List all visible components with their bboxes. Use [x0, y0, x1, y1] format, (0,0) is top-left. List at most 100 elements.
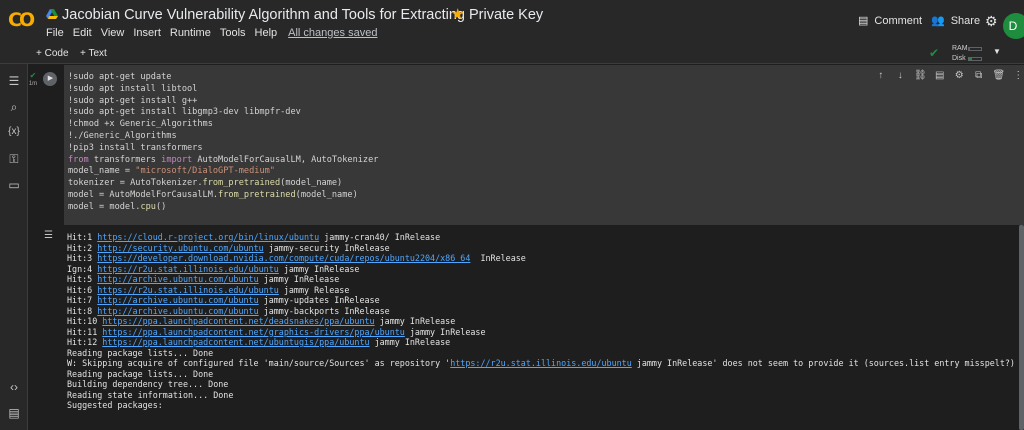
- code-line: model = model.cpu(): [68, 201, 167, 212]
- output-link[interactable]: https://r2u.stat.illinois.edu/ubuntu: [450, 358, 632, 368]
- output-text: jammy InRelease: [258, 274, 340, 284]
- output-text: jammy InRelease: [369, 337, 451, 347]
- notebook-title[interactable]: Jacobian Curve Vulnerability Algorithm a…: [62, 7, 543, 23]
- folder-icon[interactable]: ▭: [0, 178, 28, 192]
- colab-logo[interactable]: CO: [8, 9, 35, 31]
- output-line: Ign:4 https://r2u.stat.illinois.edu/ubun…: [67, 264, 1018, 275]
- code-line: !sudo apt-get install libgmp3-dev libmpf…: [68, 107, 301, 118]
- chevron-down-icon[interactable]: ▼: [993, 47, 1001, 56]
- cell-toolbar: ↑ ↓ ⛓ ▤ ⚙ ⧉ 🗑 ⋮: [869, 65, 1024, 85]
- left-sidebar: ☰ ⌕ {x} ⚿ ▭ ‹› ▤: [0, 64, 28, 430]
- terminal-icon[interactable]: ▤: [0, 406, 28, 420]
- save-status[interactable]: All changes saved: [288, 27, 377, 39]
- output-link[interactable]: https://r2u.stat.illinois.edu/ubuntu: [97, 285, 279, 295]
- output-text: W: Skipping acquire of configured file '…: [67, 358, 451, 368]
- output-text: jammy-backports InRelease: [258, 305, 390, 316]
- link-icon[interactable]: ⛓: [914, 70, 927, 81]
- output-text: Hit:3: [67, 253, 98, 263]
- output-line: Hit:1 https://cloud.r-project.org/bin/li…: [67, 232, 1018, 243]
- run-cell-button[interactable]: ▶: [43, 72, 57, 86]
- output-line: Building dependency tree... Done: [67, 379, 1018, 390]
- more-vert-icon[interactable]: ⋮: [1013, 70, 1024, 81]
- output-text: Hit:12: [67, 337, 103, 347]
- ram-meter[interactable]: [968, 47, 982, 51]
- variables-icon[interactable]: {x}: [0, 126, 28, 137]
- code-line: tokenizer = AutoTokenizer.from_pretraine…: [68, 178, 343, 189]
- check-icon[interactable]: ✔: [929, 46, 939, 60]
- menu-item-edit[interactable]: Edit: [73, 27, 92, 39]
- cell-output: Hit:1 https://cloud.r-project.org/bin/li…: [64, 227, 1018, 430]
- output-scrollbar[interactable]: [1019, 225, 1024, 430]
- people-icon: 👥: [931, 15, 945, 27]
- output-text: Hit:11: [67, 326, 103, 337]
- comment-button[interactable]: ▤ Comment: [858, 14, 923, 28]
- add-code-button[interactable]: + Code: [36, 48, 69, 59]
- menu-item-help[interactable]: Help: [255, 27, 278, 39]
- output-text: jammy Release: [278, 284, 350, 295]
- output-link[interactable]: https://ppa.launchpadcontent.net/ubuntug…: [102, 337, 369, 347]
- star-icon[interactable]: ★: [451, 5, 464, 23]
- output-text: Ign:4: [67, 263, 98, 274]
- output-link[interactable]: https://r2u.stat.illinois.edu/ubuntu: [97, 264, 279, 274]
- key-icon[interactable]: ⚿: [0, 152, 28, 167]
- output-text: Hit:8: [67, 305, 98, 316]
- trash-icon[interactable]: 🗑: [993, 70, 1006, 81]
- output-line: Hit:8 http://archive.ubuntu.com/ubuntu j…: [67, 306, 1018, 317]
- output-line: W: Skipping acquire of configured file '…: [67, 358, 1018, 369]
- avatar[interactable]: D: [1003, 13, 1024, 39]
- check-icon: ✔: [29, 71, 37, 80]
- add-text-button[interactable]: + Text: [80, 48, 107, 59]
- comment-icon: ▤: [858, 15, 869, 27]
- output-menu-icon[interactable]: ☰: [44, 230, 53, 241]
- output-link[interactable]: http://archive.ubuntu.com/ubuntu: [97, 274, 258, 284]
- arrow-down-icon[interactable]: ↓: [895, 70, 907, 81]
- comment-icon[interactable]: ▤: [934, 70, 946, 81]
- gear-icon[interactable]: ⚙: [954, 70, 966, 81]
- search-icon[interactable]: ⌕: [0, 100, 28, 115]
- output-link[interactable]: https://developer.download.nvidia.com/co…: [97, 253, 470, 263]
- header-bar: CO Jacobian Curve Vulnerability Algorith…: [0, 0, 1024, 44]
- output-link[interactable]: https://ppa.launchpadcontent.net/graphic…: [102, 327, 405, 337]
- output-line: Hit:5 http://archive.ubuntu.com/ubuntu j…: [67, 274, 1018, 285]
- output-text: jammy InRelease' does not seem to provid…: [631, 358, 1015, 368]
- output-line: Hit:10 https://ppa.launchpadcontent.net/…: [67, 316, 1018, 327]
- output-line: Hit:11 https://ppa.launchpadcontent.net/…: [67, 327, 1018, 338]
- output-link[interactable]: http://archive.ubuntu.com/ubuntu: [97, 306, 258, 316]
- output-line: Hit:3 https://developer.download.nvidia.…: [67, 253, 1018, 264]
- share-button[interactable]: 👥 Share: [931, 14, 981, 28]
- output-text: jammy InRelease: [404, 326, 486, 337]
- menu-item-insert[interactable]: Insert: [133, 27, 161, 39]
- output-text: InRelease: [470, 253, 526, 263]
- output-link[interactable]: http://security.ubuntu.com/ubuntu: [97, 243, 263, 253]
- code-line: model_name = "microsoft/DialoGPT-medium": [68, 166, 275, 177]
- output-link[interactable]: https://ppa.launchpadcontent.net/deadsna…: [102, 316, 374, 326]
- output-line: Hit:12 https://ppa.launchpadcontent.net/…: [67, 337, 1018, 348]
- output-line: Hit:6 https://r2u.stat.illinois.edu/ubun…: [67, 285, 1018, 296]
- code-cell-editor[interactable]: !sudo apt-get update !sudo apt install li…: [64, 65, 1024, 225]
- drive-icon[interactable]: [46, 9, 58, 20]
- share-label: Share: [950, 14, 981, 27]
- output-link[interactable]: https://cloud.r-project.org/bin/linux/ub…: [97, 232, 319, 242]
- menu-item-view[interactable]: View: [101, 27, 125, 39]
- code-line: !chmod +x Generic_Algorithms: [68, 119, 213, 130]
- code-line: !./Generic_Algorithms: [68, 130, 177, 141]
- menu-item-file[interactable]: File: [46, 27, 64, 39]
- output-text: jammy-updates InRelease: [258, 295, 380, 305]
- gear-icon[interactable]: ⚙: [985, 13, 998, 30]
- comment-label: Comment: [874, 14, 923, 27]
- output-text: Suggested packages:: [67, 400, 163, 410]
- output-text: Hit:1: [67, 232, 98, 242]
- output-text: Reading state information... Done: [67, 389, 234, 400]
- menu-item-tools[interactable]: Tools: [220, 27, 246, 39]
- table-of-contents-icon[interactable]: ☰: [0, 74, 28, 88]
- output-link[interactable]: http://archive.ubuntu.com/ubuntu: [97, 295, 258, 305]
- mirror-cell-icon[interactable]: ⧉: [973, 70, 985, 81]
- menu-item-runtime[interactable]: Runtime: [170, 27, 211, 39]
- arrow-up-icon[interactable]: ↑: [875, 70, 887, 81]
- output-text: Hit:6: [67, 284, 98, 295]
- disk-meter[interactable]: [968, 57, 982, 61]
- output-text: Reading package lists... Done: [67, 368, 214, 379]
- main-menu: File Edit View Insert Runtime Tools Help…: [46, 27, 377, 39]
- code-line: !pip3 install transformers: [68, 142, 203, 153]
- code-snippets-icon[interactable]: ‹›: [0, 380, 28, 394]
